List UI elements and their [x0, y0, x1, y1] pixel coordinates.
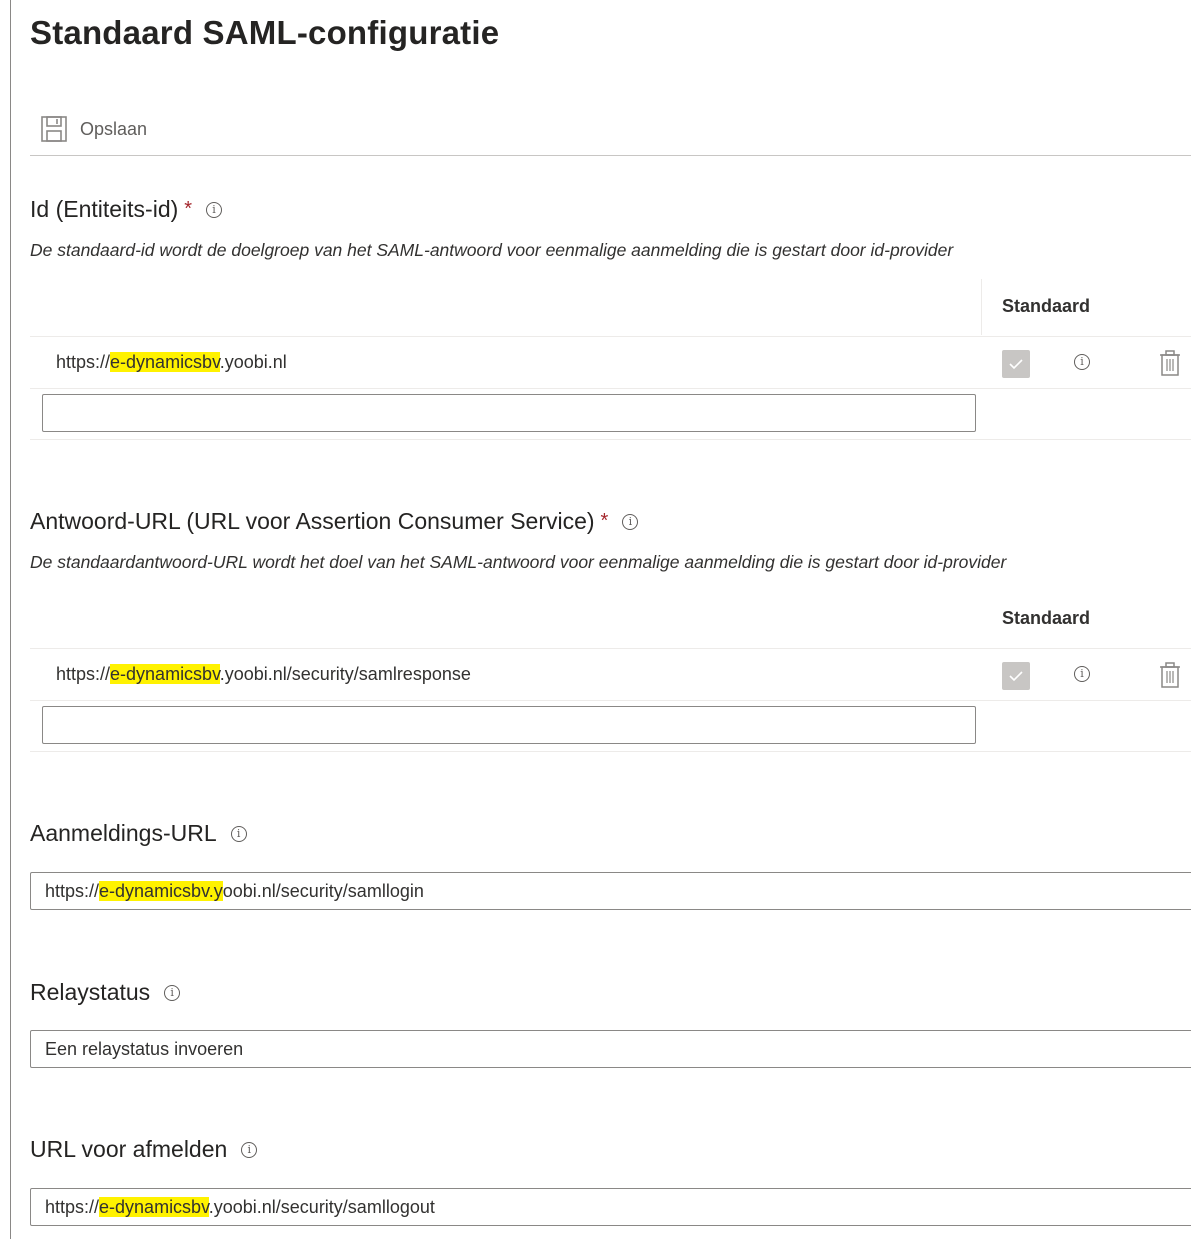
required-mark: * — [600, 510, 609, 532]
delete-icon[interactable] — [1158, 662, 1182, 688]
save-label: Opslaan — [80, 118, 148, 139]
default-checkbox[interactable] — [1002, 350, 1030, 378]
reply-url-grid-header: Standaard — [30, 591, 1191, 649]
url-suffix: oobi.nl/security/samllogin — [222, 881, 424, 901]
identifier-new-row — [30, 388, 1191, 440]
info-icon[interactable]: i — [206, 201, 223, 218]
identifier-url: https://e-dynamicsbv.yoobi.nl — [56, 352, 287, 373]
url-highlight: e-dynamicsbv.y — [99, 881, 223, 901]
info-icon[interactable]: i — [1074, 666, 1090, 682]
info-icon[interactable]: i — [622, 513, 639, 530]
identifier-label-text: Id (Entiteits-id) — [30, 196, 179, 222]
url-highlight: e-dynamicsbv — [110, 664, 220, 684]
default-checkbox[interactable] — [1002, 662, 1030, 690]
relay-state-label-text: Relaystatus — [30, 979, 151, 1005]
save-button[interactable]: Opslaan — [40, 115, 147, 143]
reply-url-label: Antwoord-URL (URL voor Assertion Consume… — [30, 508, 639, 535]
identifier-description: De standaard-id wordt de doelgroep van h… — [30, 240, 954, 260]
reply-url-label-text: Antwoord-URL (URL voor Assertion Consume… — [30, 508, 595, 534]
sign-on-url-label: Aanmeldings-URL i — [30, 820, 247, 847]
identifier-label: Id (Entiteits-id) * i — [30, 196, 223, 223]
toolbar: Opslaan — [30, 100, 1191, 156]
column-separator — [981, 279, 982, 335]
url-highlight: e-dynamicsbv — [110, 352, 220, 372]
required-mark: * — [184, 198, 193, 220]
identifier-new-input[interactable] — [42, 394, 976, 432]
panel-left-border — [10, 0, 11, 1239]
url-suffix: .yoobi.nl/security/samllogout — [208, 1197, 435, 1217]
column-default-label: Standaard — [1002, 296, 1091, 316]
info-icon[interactable]: i — [164, 984, 181, 1001]
url-prefix: https:// — [45, 1197, 100, 1217]
save-icon — [41, 116, 67, 142]
reply-url-new-input[interactable] — [42, 706, 976, 744]
reply-url-row: https://e-dynamicsbv.yoobi.nl/security/s… — [30, 649, 1191, 701]
info-icon[interactable]: i — [241, 1141, 258, 1158]
checkmark-icon — [1009, 671, 1023, 682]
url-prefix: https:// — [56, 664, 111, 684]
page-title: Standaard SAML-configuratie — [30, 14, 500, 51]
column-default-label: Standaard — [1002, 608, 1091, 628]
url-prefix: https:// — [45, 881, 100, 901]
logout-url-label-text: URL voor afmelden — [30, 1136, 228, 1162]
delete-icon[interactable] — [1158, 350, 1182, 376]
reply-url-description: De standaardantwoord-URL wordt het doel … — [30, 552, 1007, 572]
url-suffix: .yoobi.nl — [219, 352, 287, 372]
identifier-row: https://e-dynamicsbv.yoobi.nl i — [30, 337, 1191, 389]
url-highlight: e-dynamicsbv — [99, 1197, 209, 1217]
info-icon[interactable]: i — [230, 825, 247, 842]
identifier-grid-header: Standaard — [30, 279, 1191, 337]
logout-url-input[interactable]: https://e-dynamicsbv.yoobi.nl/security/s… — [30, 1188, 1191, 1226]
info-icon[interactable]: i — [1074, 354, 1090, 370]
sign-on-url-input[interactable]: https://e-dynamicsbv.yoobi.nl/security/s… — [30, 872, 1191, 910]
sign-on-url-label-text: Aanmeldings-URL — [30, 820, 217, 846]
relay-state-label: Relaystatus i — [30, 979, 181, 1006]
url-suffix: .yoobi.nl/security/samlresponse — [219, 664, 471, 684]
reply-url-new-row — [30, 700, 1191, 752]
url-prefix: https:// — [56, 352, 111, 372]
checkmark-icon — [1009, 359, 1023, 370]
relay-state-input[interactable]: Een relaystatus invoeren — [30, 1030, 1191, 1068]
reply-url-value: https://e-dynamicsbv.yoobi.nl/security/s… — [56, 664, 471, 685]
logout-url-label: URL voor afmelden i — [30, 1136, 258, 1163]
